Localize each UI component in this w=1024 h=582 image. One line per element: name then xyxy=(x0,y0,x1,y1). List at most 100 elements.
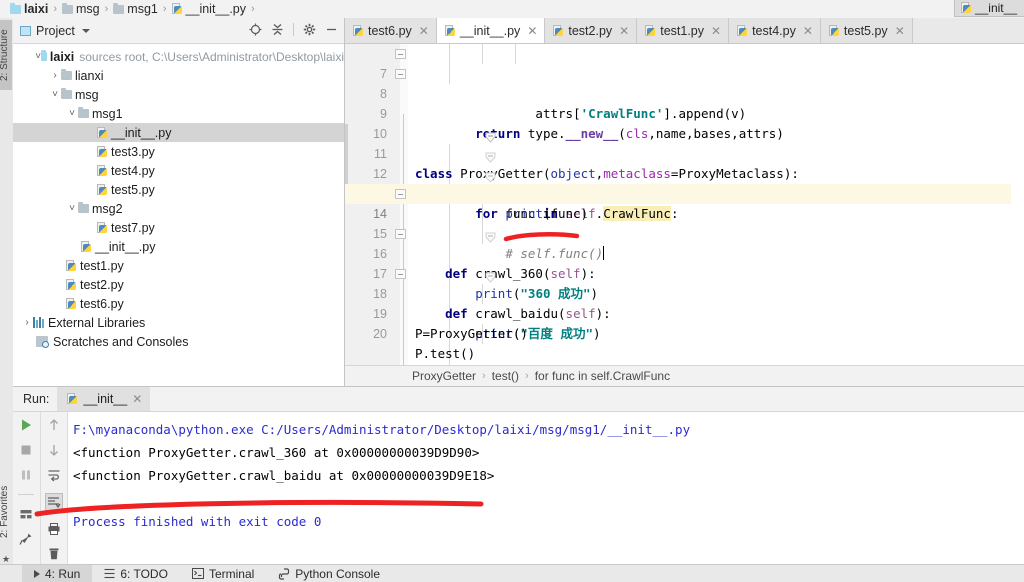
code-line-13[interactable]: 13 print(func) xyxy=(345,164,1024,221)
tool-window-button-structure[interactable]: 2: Structure xyxy=(0,20,12,90)
floating-editor-tab-init[interactable]: __init__ xyxy=(953,0,1024,17)
editor-tab-test5-py[interactable]: test5.py ✕ xyxy=(820,18,913,43)
breadcrumb-item-msg1[interactable]: msg1 xyxy=(113,2,158,16)
python-file-icon xyxy=(67,393,78,405)
run-configuration-tab[interactable]: __init__ ✕ xyxy=(57,387,151,411)
close-icon[interactable]: ✕ xyxy=(619,24,629,38)
editor-tab-init-py[interactable]: __init__.py ✕ xyxy=(436,18,546,43)
tree-row-test4-py[interactable]: test4.py xyxy=(13,161,344,180)
trash-icon[interactable] xyxy=(47,547,61,561)
code-line-17[interactable]: 17 def crawl_baidu(self): xyxy=(345,244,1024,321)
close-icon[interactable]: ✕ xyxy=(803,24,813,38)
breadcrumb-label: msg xyxy=(76,2,100,16)
tree-row-laixi[interactable]: ˅ laixi sources root, C:\Users\Administr… xyxy=(13,47,344,66)
close-icon[interactable]: ✕ xyxy=(132,392,142,406)
hide-icon[interactable] xyxy=(325,23,338,36)
python-file-icon xyxy=(66,297,77,310)
fold-marker-icon[interactable] xyxy=(395,249,496,283)
code-line-8[interactable]: 8 return type.__new__(cls,name,bases,att… xyxy=(345,64,1024,141)
code-line-12[interactable]: 12 for func in self.CrawlFunc: xyxy=(345,144,1024,221)
code-line-9[interactable]: 9 xyxy=(345,84,1024,121)
breadcrumb-method[interactable]: test() xyxy=(492,369,519,383)
chevron-down-icon[interactable]: ˅ xyxy=(66,108,78,119)
editor-tab-test4-py[interactable]: test4.py ✕ xyxy=(729,18,821,43)
code-line-11[interactable]: 11 def test(self): xyxy=(345,124,1024,201)
tree-row-scratches-and-consoles[interactable]: Scratches and Consoles xyxy=(13,332,344,351)
python-file-icon xyxy=(81,240,92,253)
close-icon[interactable]: ✕ xyxy=(711,24,721,38)
status-bar-item-terminal[interactable]: Terminal xyxy=(180,565,266,582)
down-arrow-icon[interactable] xyxy=(47,443,61,457)
editor-scrollbar-gutter[interactable] xyxy=(1011,44,1024,364)
close-icon[interactable]: ✕ xyxy=(527,24,537,38)
tree-row-test1-py[interactable]: test1.py xyxy=(13,256,344,275)
status-bar-item-run[interactable]: 4: Run xyxy=(22,564,93,582)
tree-row-msg1[interactable]: ˅ msg1 xyxy=(13,104,344,123)
editor-tab-test1-py[interactable]: test1.py ✕ xyxy=(637,18,730,43)
gear-icon[interactable] xyxy=(303,23,316,36)
target-icon[interactable] xyxy=(249,23,262,36)
breadcrumb-statement[interactable]: for func in self.CrawlFunc xyxy=(535,369,670,383)
fold-marker-icon[interactable] xyxy=(395,229,406,239)
close-icon[interactable]: ✕ xyxy=(419,24,429,38)
breadcrumb-item-msg[interactable]: msg xyxy=(62,2,100,16)
fold-marker-icon[interactable] xyxy=(395,109,496,143)
code-line-10[interactable]: 10 class ProxyGetter(object,metaclass=Pr… xyxy=(345,104,1024,181)
code-line-20[interactable]: 20 P.test() xyxy=(345,304,1024,361)
stop-icon[interactable] xyxy=(19,443,33,457)
fold-marker-icon[interactable] xyxy=(395,129,496,163)
breadcrumb-item-init-py[interactable]: __init__.py xyxy=(171,2,246,16)
folder-grey-icon xyxy=(113,2,125,14)
chevron-down-icon[interactable]: ˅ xyxy=(66,203,78,214)
close-icon[interactable]: ✕ xyxy=(895,24,905,38)
code-line-18[interactable]: 18 print("百度 成功") xyxy=(345,264,1024,341)
breadcrumb-class[interactable]: ProxyGetter xyxy=(412,369,476,383)
tree-label: test7.py xyxy=(111,220,155,235)
tree-row-test2-py[interactable]: test2.py xyxy=(13,275,344,294)
code-line-7[interactable]: 7 attrs['CrawlFunc'].append(v) xyxy=(345,44,1024,121)
fold-marker-icon[interactable] xyxy=(395,149,496,183)
code-line-16[interactable]: 16 print("360 成功") xyxy=(345,224,1024,301)
tree-row-msg[interactable]: ˅ msg xyxy=(13,85,344,104)
pin-icon[interactable] xyxy=(19,532,33,546)
fold-marker-icon[interactable] xyxy=(395,269,406,279)
chevron-down-icon[interactable]: ˅ xyxy=(49,89,61,100)
tree-row-test3-py[interactable]: test3.py xyxy=(13,142,344,161)
collapse-all-icon[interactable] xyxy=(271,23,284,36)
restore-layout-icon[interactable] xyxy=(19,507,33,521)
code-canvas[interactable]: 7 attrs['CrawlFunc'].append(v) 8 return … xyxy=(345,44,1024,366)
chevron-right-icon[interactable]: › xyxy=(49,70,61,81)
code-line-14[interactable]: 14 # self.func() xyxy=(345,184,1024,261)
up-arrow-icon[interactable] xyxy=(47,418,61,432)
breadcrumb-item-laixi[interactable]: laixi xyxy=(10,2,48,16)
tree-row-init-py-msg[interactable]: __init__.py xyxy=(13,237,344,256)
editor-tab-test6-py[interactable]: test6.py ✕ xyxy=(345,18,437,43)
tree-row-msg2[interactable]: ˅ msg2 xyxy=(13,199,344,218)
fold-marker-icon[interactable] xyxy=(395,69,406,79)
fold-marker-icon[interactable] xyxy=(395,209,496,243)
print-icon[interactable] xyxy=(47,522,61,536)
code-line-15[interactable]: 15 def crawl_360(self): xyxy=(345,204,1024,281)
tree-row-init-py-msg1[interactable]: __init__.py xyxy=(13,123,344,142)
status-bar-item-python-console[interactable]: Python Console xyxy=(266,565,392,582)
chevron-down-icon[interactable] xyxy=(81,28,90,33)
run-console-output[interactable]: F:\myanaconda\python.exe C:/Users/Admini… xyxy=(73,412,1024,566)
pause-icon[interactable] xyxy=(19,468,33,482)
fold-marker-icon[interactable] xyxy=(395,49,406,59)
soft-wrap-icon[interactable] xyxy=(47,468,61,482)
status-bar-item-todo[interactable]: 6: TODO xyxy=(92,565,180,582)
tree-row-lianxi[interactable]: › lianxi xyxy=(13,66,344,85)
editor-tab-test2-py[interactable]: test2.py ✕ xyxy=(545,18,638,43)
breadcrumb-label: msg1 xyxy=(127,2,158,16)
tree-row-test7-py[interactable]: test7.py xyxy=(13,218,344,237)
fold-marker-icon[interactable] xyxy=(395,189,406,199)
tree-row-test6-py[interactable]: test6.py xyxy=(13,294,344,313)
tree-row-test5-py[interactable]: test5.py xyxy=(13,180,344,199)
tree-row-external-libraries[interactable]: › External Libraries xyxy=(13,313,344,332)
chevron-right-icon[interactable]: › xyxy=(21,317,33,328)
run-icon[interactable] xyxy=(19,418,33,432)
scroll-to-end-icon[interactable] xyxy=(44,493,63,511)
tool-window-button-favorites[interactable]: 2: Favorites xyxy=(0,476,12,548)
code-line-19[interactable]: 19 P=ProxyGetter() xyxy=(345,284,1024,341)
